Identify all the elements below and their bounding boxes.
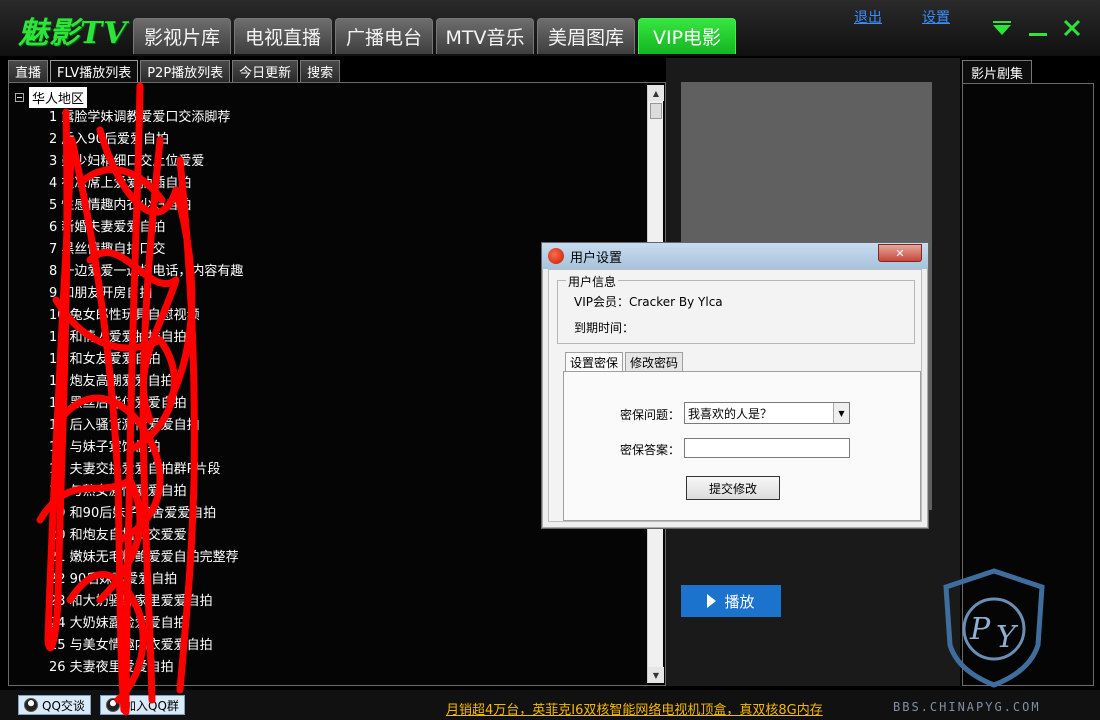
play-button-label: 播放 bbox=[724, 592, 755, 611]
play-button[interactable]: 播放 bbox=[681, 585, 781, 617]
scroll-thumb[interactable] bbox=[650, 103, 662, 119]
dialog-title-bar[interactable]: 用户设置 ✕ bbox=[542, 243, 928, 269]
tab-flv-playlist[interactable]: FLV播放列表 bbox=[50, 60, 139, 82]
dialog-tab-bar: 设置密保 修改密码 bbox=[565, 352, 684, 372]
apple-icon bbox=[548, 248, 564, 264]
tree-item[interactable]: 12 和女友爱爱自拍 bbox=[49, 349, 243, 371]
user-settings-dialog: 用户设置 ✕ 用户信息 VIP会员：Cracker By Ylca 到期时间： … bbox=[541, 242, 929, 529]
tree-root-node[interactable]: 华人地区 bbox=[15, 87, 88, 108]
tree-root-label: 华人地区 bbox=[29, 87, 88, 108]
play-icon bbox=[707, 594, 717, 608]
tree-item[interactable]: 3 美少妇精细口交上位爱爱 bbox=[49, 151, 243, 173]
tree-item[interactable]: 15 后入骚货激情爱爱自拍 bbox=[49, 415, 243, 437]
tab-change-password[interactable]: 修改密码 bbox=[625, 352, 684, 372]
qq-penguin-icon bbox=[24, 698, 38, 712]
tree-item[interactable]: 23 和大奶骚妹家里爱爱自拍 bbox=[49, 591, 243, 613]
settings-link[interactable]: 设置 bbox=[922, 7, 950, 27]
tree-item[interactable]: 24 大奶妹露脸爱爱自拍 bbox=[49, 613, 243, 635]
tree-item[interactable]: 4 在凉席上爱爱抽插自拍 bbox=[49, 173, 243, 195]
security-answer-input[interactable] bbox=[684, 438, 850, 458]
security-question-panel: 密保问题： 我喜欢的人是？ ▼ 密保答案： 提交修改 bbox=[563, 371, 921, 521]
svg-text:Y: Y bbox=[996, 620, 1019, 655]
dropdown-arrow-icon[interactable]: ▼ bbox=[833, 403, 849, 423]
tree-item[interactable]: 25 与美女情趣内衣爱爱自拍 bbox=[49, 635, 243, 657]
qq-chat-button[interactable]: QQ交谈 bbox=[18, 695, 91, 715]
main-tab-bar: 影视片库 电视直播 广播电台 MTV音乐 美眉图库 VIP电影 bbox=[133, 18, 736, 54]
ad-link[interactable]: 月销超4万台，英菲克I6双核智能网络电视机顶盒，真双核8G内存 bbox=[446, 699, 823, 718]
tab-episodes[interactable]: 影片剧集 bbox=[962, 60, 1033, 84]
qq-chat-label: QQ交谈 bbox=[42, 698, 85, 713]
tab-photo-gallery[interactable]: 美眉图库 bbox=[537, 18, 635, 54]
tree-item[interactable]: 8 一边爱爱一边打电话，内容有趣 bbox=[49, 261, 243, 283]
join-qq-group-button[interactable]: 加入QQ群 bbox=[100, 695, 185, 715]
tree-item[interactable]: 19 和90后妹子宿舍爱爱自拍 bbox=[49, 503, 243, 525]
dialog-title: 用户设置 bbox=[570, 250, 623, 266]
security-question-value: 我喜欢的人是？ bbox=[688, 406, 773, 421]
minimize-icon[interactable] bbox=[1028, 20, 1048, 42]
tree-item[interactable]: 16 与妹子宾馆偷拍 bbox=[49, 437, 243, 459]
collapse-icon[interactable] bbox=[15, 93, 24, 102]
tree-item[interactable]: 7 黑丝情趣自拍口交 bbox=[49, 239, 243, 261]
tree-item[interactable]: 10 兔女郎性玩具自慰视频 bbox=[49, 305, 243, 327]
tab-today-updates[interactable]: 今日更新 bbox=[232, 60, 299, 82]
tree-item[interactable]: 26 夫妻夜里爱爱自拍 bbox=[49, 657, 243, 679]
svg-text:P: P bbox=[969, 612, 991, 647]
tab-p2p-playlist[interactable]: P2P播放列表 bbox=[140, 60, 231, 82]
tree-item-list: 1 露脸学妹调教爱爱口交添脚荐 2 后入90后爱爱自拍 3 美少妇精细口交上位爱爱 4… bbox=[49, 107, 243, 679]
join-qq-group-label: 加入QQ群 bbox=[124, 698, 179, 713]
qq-group-icon bbox=[106, 698, 120, 712]
logout-link[interactable]: 退出 bbox=[854, 7, 882, 27]
tab-search[interactable]: 搜索 bbox=[300, 60, 341, 82]
chevron-down-icon[interactable] bbox=[992, 20, 1012, 42]
tree-item[interactable]: 20 和炮友自拍口交爱爱 bbox=[49, 525, 243, 547]
user-info-group: 用户信息 VIP会员：Cracker By Ylca 到期时间： bbox=[557, 273, 915, 344]
app-logo: 魅影TV bbox=[18, 16, 128, 51]
expire-time-label: 到期时间： bbox=[574, 321, 635, 335]
playlist-tab-bar: 直播 FLV播放列表 P2P播放列表 今日更新 搜索 bbox=[8, 60, 341, 82]
tab-security-question[interactable]: 设置密保 bbox=[565, 352, 624, 372]
tree-item[interactable]: 2 后入90后爱爱自拍 bbox=[49, 129, 243, 151]
scroll-down-icon[interactable]: ▼ bbox=[648, 667, 664, 683]
tab-tv-live[interactable]: 电视直播 bbox=[234, 18, 332, 54]
tree-item[interactable]: 17 夫妻交换爱爱自拍群P片段 bbox=[49, 459, 243, 481]
watermark-text: BBS.CHINAPYG.COM bbox=[893, 700, 1041, 714]
user-info-legend: 用户信息 bbox=[566, 273, 619, 290]
tree-item[interactable]: 14 黑丝后背位爱爱自拍 bbox=[49, 393, 243, 415]
dialog-body: 用户信息 VIP会员：Cracker By Ylca 到期时间： 设置密保 修改… bbox=[548, 269, 922, 522]
submit-changes-button[interactable]: 提交修改 bbox=[686, 476, 780, 500]
tree-item[interactable]: 21 嫩妹无毛粉鲍爱爱自拍完整荐 bbox=[49, 547, 243, 569]
tab-movie-library[interactable]: 影视片库 bbox=[133, 18, 231, 54]
title-bar: 魅影TV 影视片库 电视直播 广播电台 MTV音乐 美眉图库 VIP电影 退出 … bbox=[0, 0, 1100, 56]
tree-item[interactable]: 5 性感情趣内衣少妇自拍 bbox=[49, 195, 243, 217]
close-icon[interactable] bbox=[1062, 18, 1082, 43]
tree-item[interactable]: 11 和情人爱爱抽插自拍 bbox=[49, 327, 243, 349]
question-label: 密保问题： bbox=[620, 408, 681, 422]
vip-member-text: VIP会员：Cracker By Ylca bbox=[574, 295, 723, 309]
tree-item[interactable]: 13 炮友高潮爱爱自拍 bbox=[49, 371, 243, 393]
pyg-shield-logo: P Y bbox=[943, 568, 1045, 688]
tree-item[interactable]: 9 和朋友开房自拍 bbox=[49, 283, 243, 305]
dialog-close-button[interactable]: ✕ bbox=[878, 244, 922, 262]
tab-mtv-music[interactable]: MTV音乐 bbox=[436, 18, 534, 54]
tab-live[interactable]: 直播 bbox=[8, 60, 49, 82]
tab-vip-movies[interactable]: VIP电影 bbox=[638, 18, 736, 54]
answer-label: 密保答案： bbox=[620, 443, 681, 457]
tree-item[interactable]: 6 新婚夫妻爱爱自拍 bbox=[49, 217, 243, 239]
tab-radio[interactable]: 广播电台 bbox=[335, 18, 433, 54]
tree-item[interactable]: 22 90后妹妻爱爱自拍 bbox=[49, 569, 243, 591]
security-question-select[interactable]: 我喜欢的人是？ ▼ bbox=[684, 402, 850, 424]
tree-item[interactable]: 1 露脸学妹调教爱爱口交添脚荐 bbox=[49, 107, 243, 129]
scroll-up-icon[interactable]: ▲ bbox=[648, 85, 664, 101]
tree-item[interactable]: 18 与熟女激情爱爱自拍 bbox=[49, 481, 243, 503]
